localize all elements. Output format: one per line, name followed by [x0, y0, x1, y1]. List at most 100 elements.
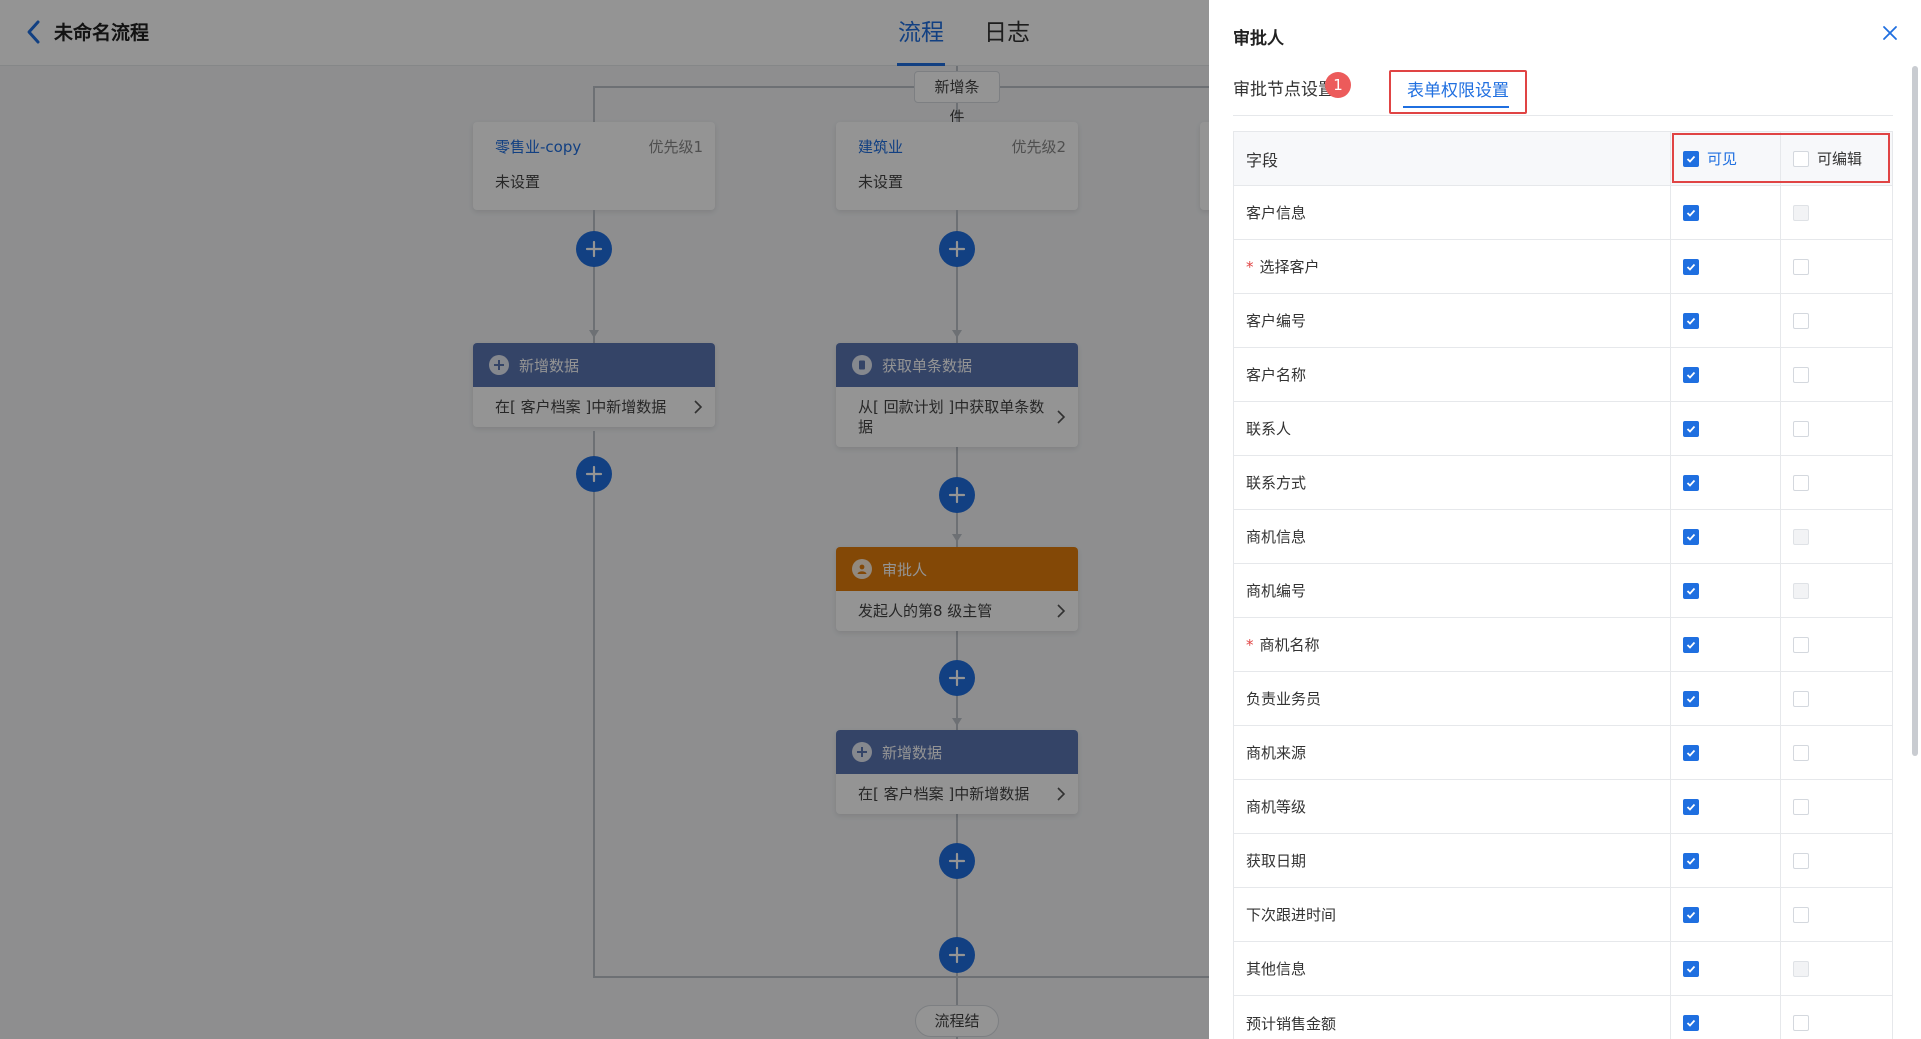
visible-cell	[1671, 780, 1781, 833]
check-icon	[1686, 587, 1696, 595]
field-label: 商机编号	[1246, 582, 1307, 600]
visible-cell	[1671, 510, 1781, 563]
visible-checkbox[interactable]	[1683, 582, 1699, 599]
editable-cell	[1781, 996, 1892, 1039]
editable-checkbox[interactable]	[1793, 366, 1809, 383]
editable-checkbox	[1793, 960, 1809, 977]
editable-cell	[1781, 672, 1892, 725]
visible-cell	[1671, 942, 1781, 995]
check-icon	[1686, 209, 1696, 217]
check-icon	[1686, 479, 1696, 487]
editable-cell	[1781, 402, 1892, 455]
editable-checkbox[interactable]	[1793, 312, 1809, 329]
field-label: 商机信息	[1246, 528, 1307, 546]
check-icon	[1686, 965, 1696, 973]
editable-cell	[1781, 510, 1892, 563]
field-label: 负责业务员	[1246, 690, 1322, 708]
editable-checkbox[interactable]	[1793, 798, 1809, 815]
permission-table: 字段 可见 可编辑 客户信息 * 选择客户 客户编号 客户名称 联系人 联系方式 商机信息 商机…	[1233, 131, 1893, 1039]
visible-cell	[1671, 834, 1781, 887]
table-row: 预计销售金额	[1234, 996, 1892, 1039]
visible-cell	[1671, 726, 1781, 779]
field-label: 获取日期	[1246, 852, 1307, 870]
visible-checkbox[interactable]	[1683, 1015, 1699, 1031]
check-icon	[1686, 371, 1696, 379]
tab-approval-node-settings[interactable]: 审批节点设置	[1233, 70, 1335, 116]
drawer-scrollbar[interactable]	[1912, 66, 1918, 756]
visible-checkbox[interactable]	[1683, 366, 1699, 383]
field-cell: 负责业务员	[1234, 672, 1671, 725]
editable-checkbox[interactable]	[1793, 744, 1809, 761]
table-row: 商机来源	[1234, 726, 1892, 780]
check-icon	[1686, 263, 1696, 271]
field-cell: 商机信息	[1234, 510, 1671, 563]
table-row: 联系方式	[1234, 456, 1892, 510]
field-label: 客户名称	[1246, 366, 1307, 384]
visible-cell	[1671, 564, 1781, 617]
visible-checkbox[interactable]	[1683, 852, 1699, 869]
visible-checkbox[interactable]	[1683, 528, 1699, 545]
field-cell: 下次跟进时间	[1234, 888, 1671, 941]
visible-checkbox[interactable]	[1683, 474, 1699, 491]
editable-cell	[1781, 294, 1892, 347]
field-label: 客户信息	[1246, 204, 1307, 222]
field-label: 商机名称	[1259, 636, 1320, 654]
editable-checkbox[interactable]	[1793, 852, 1809, 869]
visible-cell	[1671, 996, 1781, 1039]
editable-checkbox[interactable]	[1793, 690, 1809, 707]
visible-checkbox[interactable]	[1683, 204, 1699, 221]
field-cell: 联系人	[1234, 402, 1671, 455]
close-icon[interactable]	[1881, 24, 1899, 42]
check-icon	[1686, 911, 1696, 919]
field-cell: * 商机名称	[1234, 618, 1671, 671]
visible-cell	[1671, 294, 1781, 347]
visible-checkbox[interactable]	[1683, 690, 1699, 707]
editable-checkbox[interactable]	[1793, 906, 1809, 923]
field-cell: 商机等级	[1234, 780, 1671, 833]
editable-cell	[1781, 726, 1892, 779]
visible-checkbox[interactable]	[1683, 744, 1699, 761]
visible-checkbox[interactable]	[1683, 312, 1699, 329]
field-cell: 联系方式	[1234, 456, 1671, 509]
visible-cell	[1671, 348, 1781, 401]
visible-cell	[1671, 672, 1781, 725]
table-row: 商机信息	[1234, 510, 1892, 564]
editable-checkbox[interactable]	[1793, 474, 1809, 491]
field-cell: 商机编号	[1234, 564, 1671, 617]
editable-checkbox[interactable]	[1793, 1015, 1809, 1031]
check-icon	[1686, 695, 1696, 703]
editable-checkbox	[1793, 528, 1809, 545]
visible-checkbox[interactable]	[1683, 636, 1699, 653]
field-label: 预计销售金额	[1246, 1014, 1337, 1033]
editable-checkbox[interactable]	[1793, 258, 1809, 275]
tab-form-permission-settings[interactable]: 表单权限设置	[1389, 70, 1527, 114]
drawer-title: 审批人	[1233, 29, 1284, 49]
visible-cell	[1671, 618, 1781, 671]
table-row: 客户编号	[1234, 294, 1892, 348]
visible-checkbox[interactable]	[1683, 960, 1699, 977]
table-row: 下次跟进时间	[1234, 888, 1892, 942]
check-icon	[1686, 317, 1696, 325]
editable-cell	[1781, 186, 1892, 239]
check-icon	[1686, 749, 1696, 757]
table-row: 商机编号	[1234, 564, 1892, 618]
visible-cell	[1671, 888, 1781, 941]
editable-checkbox[interactable]	[1793, 636, 1809, 653]
field-label: 商机来源	[1246, 744, 1307, 762]
visible-checkbox[interactable]	[1683, 798, 1699, 815]
highlight-box	[1672, 133, 1890, 183]
editable-checkbox[interactable]	[1793, 420, 1809, 437]
field-label: 商机等级	[1246, 798, 1307, 816]
visible-checkbox[interactable]	[1683, 258, 1699, 275]
field-label: 下次跟进时间	[1246, 906, 1337, 924]
check-icon	[1686, 1019, 1696, 1027]
visible-checkbox[interactable]	[1683, 906, 1699, 923]
table-row: * 选择客户	[1234, 240, 1892, 294]
visible-checkbox[interactable]	[1683, 420, 1699, 437]
table-row: 其他信息	[1234, 942, 1892, 996]
table-row: * 商机名称	[1234, 618, 1892, 672]
header-field: 字段	[1234, 132, 1671, 185]
table-row: 客户名称	[1234, 348, 1892, 402]
editable-cell	[1781, 942, 1892, 995]
table-row: 商机等级	[1234, 780, 1892, 834]
